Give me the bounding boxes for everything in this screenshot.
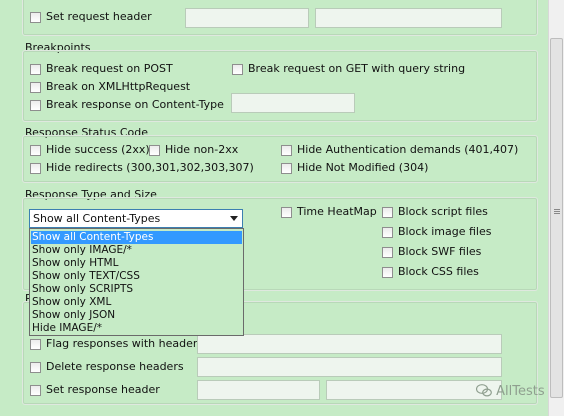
dropdown-option-show-scripts[interactable]: Show only SCRIPTS — [31, 283, 242, 296]
break-post-checkbox[interactable] — [30, 64, 41, 75]
delete-headers-checkbox[interactable] — [30, 362, 41, 373]
dropdown-option-hide-image[interactable]: Hide IMAGE/* — [31, 322, 242, 335]
set-request-header-checkbox[interactable] — [30, 12, 41, 23]
hide-non-2xx-checkbox[interactable] — [149, 145, 160, 156]
dropdown-option-show-html[interactable]: Show only HTML — [31, 257, 242, 270]
watermark: AllTests — [475, 384, 545, 399]
grip-line — [554, 211, 560, 212]
break-post-label: Break request on POST — [46, 62, 173, 75]
block-script-checkbox[interactable] — [382, 207, 393, 218]
flag-with-headers-checkbox[interactable] — [30, 339, 41, 350]
break-get-label: Break request on GET with query string — [248, 62, 466, 75]
grip-line — [554, 213, 560, 214]
hide-not-modified-label: Hide Not Modified (304) — [297, 161, 429, 174]
block-swf-label: Block SWF files — [398, 245, 482, 258]
dropdown-option-show-css[interactable]: Show only TEXT/CSS — [31, 270, 242, 283]
block-image-checkbox[interactable] — [382, 227, 393, 238]
hide-success-label: Hide success (2xx) — [46, 143, 150, 156]
chevron-down-icon[interactable] — [230, 216, 238, 221]
content-type-filter-value: Show all Content-Types — [33, 212, 161, 225]
block-css-label: Block CSS files — [398, 265, 479, 278]
break-xhr-checkbox[interactable] — [30, 82, 41, 93]
dropdown-option-show-json[interactable]: Show only JSON — [31, 309, 242, 322]
dropdown-option-show-all[interactable]: Show all Content-Types — [31, 231, 242, 244]
time-heatmap-checkbox[interactable] — [281, 207, 292, 218]
wechat-icon — [475, 384, 492, 397]
hide-non-2xx-label: Hide non-2xx — [165, 143, 239, 156]
hide-redirects-label: Hide redirects (300,301,302,303,307) — [46, 161, 254, 174]
request-header-value-field[interactable] — [315, 8, 502, 28]
hide-redirects-checkbox[interactable] — [30, 163, 41, 174]
vertical-scrollbar[interactable] — [548, 0, 564, 416]
break-xhr-label: Break on XMLHttpRequest — [46, 80, 191, 93]
block-swf-checkbox[interactable] — [382, 247, 393, 258]
content-type-dropdown-list: Show all Content-Types Show only IMAGE/*… — [29, 228, 244, 336]
response-header-name-field[interactable] — [197, 380, 320, 400]
flag-with-headers-label: Flag responses with headers — [46, 337, 204, 350]
break-response-content-type-checkbox[interactable] — [30, 100, 41, 111]
delete-headers-label: Delete response headers — [46, 360, 184, 373]
grip-icon — [554, 209, 560, 210]
break-response-content-type-label: Break response on Content-Type — [46, 98, 224, 111]
flag-headers-field[interactable] — [197, 334, 502, 354]
time-heatmap-label: Time HeatMap — [297, 205, 377, 218]
break-get-checkbox[interactable] — [232, 64, 243, 75]
dropdown-option-show-image[interactable]: Show only IMAGE/* — [31, 244, 242, 257]
delete-headers-field[interactable] — [197, 357, 502, 377]
hide-success-checkbox[interactable] — [30, 145, 41, 156]
block-image-label: Block image files — [398, 225, 492, 238]
dropdown-option-show-xml[interactable]: Show only XML — [31, 296, 242, 309]
set-response-header-label: Set response header — [46, 383, 160, 396]
block-css-checkbox[interactable] — [382, 267, 393, 278]
hide-auth-label: Hide Authentication demands (401,407) — [297, 143, 519, 156]
hide-not-modified-checkbox[interactable] — [281, 163, 292, 174]
request-header-name-field[interactable] — [185, 8, 309, 28]
hide-auth-checkbox[interactable] — [281, 145, 292, 156]
block-script-label: Block script files — [398, 205, 488, 218]
watermark-text: AllTests — [496, 384, 545, 399]
set-response-header-checkbox[interactable] — [30, 385, 41, 396]
scrollbar-thumb[interactable] — [550, 38, 563, 398]
content-type-filter-select[interactable]: Show all Content-Types — [29, 209, 243, 228]
content-type-field[interactable] — [231, 93, 355, 113]
set-request-header-label: Set request header — [46, 10, 152, 23]
